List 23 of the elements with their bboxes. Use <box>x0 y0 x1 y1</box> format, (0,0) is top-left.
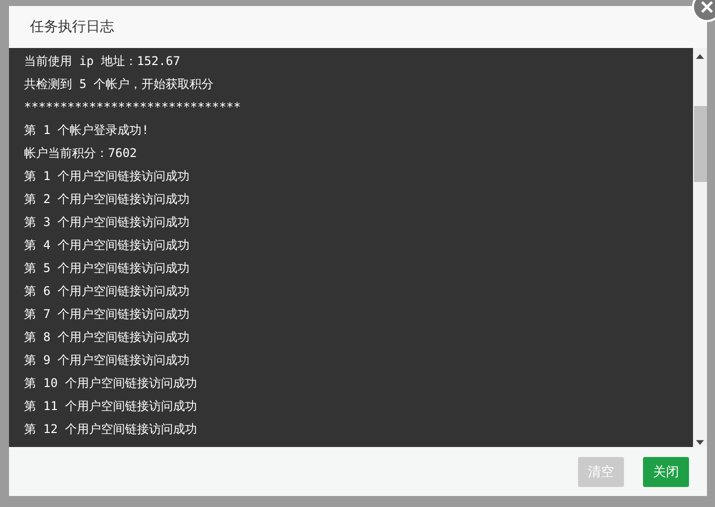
log-line: 第 1 个用户空间链接访问成功 <box>24 168 191 185</box>
log-line: 第 11 个用户空间链接访问成功 <box>24 398 198 415</box>
log-line: 第 2 个用户空间链接访问成功 <box>24 191 191 208</box>
log-line: 第 4 个用户空间链接访问成功 <box>24 237 191 254</box>
log-line: 帐户当前积分：7602 <box>24 145 138 162</box>
log-line: 第 9 个用户空间链接访问成功 <box>24 352 191 369</box>
log-line: 第 5 个用户空间链接访问成功 <box>24 260 191 277</box>
log-line: 第 1 个帐户登录成功! <box>24 122 150 139</box>
log-line: 第 3 个用户空间链接访问成功 <box>24 214 191 231</box>
dialog-title: 任务执行日志 <box>30 18 114 36</box>
log-line: 当前使用 ip 地址：152.67 <box>24 53 182 70</box>
log-line: 第 7 个用户空间链接访问成功 <box>24 306 191 323</box>
scrollbar[interactable] <box>693 48 707 447</box>
scroll-up-arrow-icon[interactable] <box>696 54 704 59</box>
dialog-button[interactable]: 关闭 <box>643 456 689 486</box>
log-line: 第 8 个用户空间链接访问成功 <box>24 329 191 346</box>
log-line: 共检测到 5 个帐户，开始获取积分 <box>24 76 215 93</box>
log-line: ****************************** <box>24 99 242 116</box>
log-line: 第 10 个用户空间链接访问成功 <box>24 375 198 392</box>
scrollbar-thumb[interactable] <box>694 106 706 182</box>
log-line: 第 6 个用户空间链接访问成功 <box>24 283 191 300</box>
log-line: 第 12 个用户空间链接访问成功 <box>24 421 198 438</box>
scroll-down-arrow-icon[interactable] <box>696 440 704 445</box>
